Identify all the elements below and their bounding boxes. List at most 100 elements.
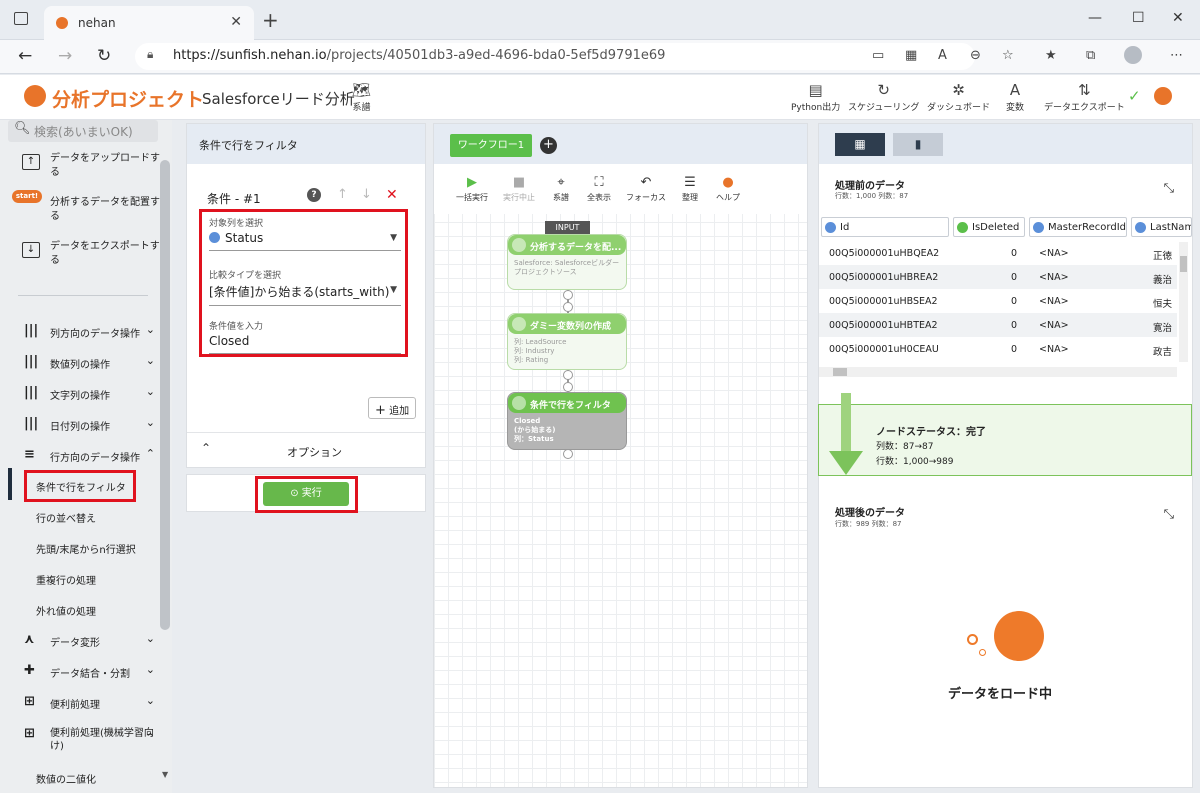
back-icon[interactable]: ← xyxy=(18,46,32,66)
column-header[interactable]: LastName xyxy=(1131,217,1192,237)
collections-icon[interactable]: ⧉ xyxy=(1086,48,1095,63)
node-input-port[interactable] xyxy=(563,302,573,312)
url-field[interactable]: 🔒︎ https://sunfish.nehan.io/projects/405… xyxy=(135,43,975,70)
sidebar-item-upload[interactable]: ↑ データをアップロードする xyxy=(22,152,162,180)
columns-icon: ||| xyxy=(24,416,39,431)
favorites-icon[interactable]: ★ xyxy=(1045,48,1057,63)
table-row[interactable]: 00Q5i000001uHBSEA2 0 <NA> 恒夫 xyxy=(819,289,1177,313)
active-indicator xyxy=(8,468,12,500)
category-ml-utility[interactable]: ⊞ 便利前処理(機械学習向け) ⌃ xyxy=(24,727,159,753)
sidebar-item-sort-rows[interactable]: 行の並べ替え xyxy=(36,510,96,525)
favorite-add-icon[interactable]: ☆ xyxy=(1002,48,1014,63)
column-header[interactable]: IsDeleted xyxy=(953,217,1025,237)
scheduling-button[interactable]: ↻ スケジューリング xyxy=(848,80,919,113)
help-icon[interactable]: ? xyxy=(307,188,321,202)
help-button[interactable]: ● ヘルプ xyxy=(716,174,740,203)
run-all-button[interactable]: ▶ 一括実行 xyxy=(456,174,488,203)
category-label: 数値列の操作 xyxy=(50,360,110,371)
workflow-node-load-data[interactable]: 分析するデータを配... Salesforce: Salesforceビルダープ… xyxy=(507,234,627,290)
minimize-icon[interactable]: — xyxy=(1088,10,1102,26)
maximize-icon[interactable]: ☐ xyxy=(1132,10,1145,26)
workflow-tab[interactable]: ワークフロー1 xyxy=(450,134,532,157)
arrow-down-icon[interactable]: ↓ xyxy=(361,187,372,202)
sidebar-item-duplicates[interactable]: 重複行の処理 xyxy=(36,572,96,587)
focus-button[interactable]: ↶ フォーカス xyxy=(626,174,666,203)
user-avatar-icon[interactable] xyxy=(1154,87,1172,105)
cell-id: 00Q5i000001uHBQEA2 xyxy=(829,248,940,259)
node-output-port[interactable] xyxy=(563,290,573,300)
variables-label: 変数 xyxy=(1006,103,1025,113)
column-header[interactable]: Id xyxy=(821,217,949,237)
refresh-icon[interactable]: ↻ xyxy=(97,46,111,66)
profile-avatar[interactable] xyxy=(1124,46,1142,64)
table-view-tab[interactable]: ▦ xyxy=(835,133,885,156)
sidebar-item-outliers[interactable]: 外れ値の処理 xyxy=(36,603,96,618)
more-icon[interactable]: ⋯ xyxy=(1170,48,1183,63)
arrow-up-icon[interactable]: ↑ xyxy=(337,187,348,202)
sidebar-scrollbar[interactable] xyxy=(160,160,170,630)
node-output-port[interactable] xyxy=(563,370,573,380)
forward-icon[interactable]: → xyxy=(58,46,72,66)
scroll-thumb[interactable] xyxy=(1180,256,1187,272)
new-tab-icon[interactable]: + xyxy=(262,8,279,32)
table-row[interactable]: 00Q5i000001uH0CEAU 0 <NA> 政吉 xyxy=(819,337,1177,361)
table-vertical-scrollbar[interactable] xyxy=(1179,242,1188,362)
scroll-down-icon[interactable]: ▼ xyxy=(162,770,168,779)
table-row[interactable]: 00Q5i000001uHBTEA2 0 <NA> 寛治 xyxy=(819,313,1177,337)
delete-icon[interactable]: ✕ xyxy=(386,187,398,203)
lineage-tool-button[interactable]: ⌖ 系譜 xyxy=(553,174,569,203)
chart-view-tab[interactable]: ▮ xyxy=(893,133,943,156)
options-row[interactable]: ⌃ オプション xyxy=(187,432,425,468)
transform-icon: ⋏ xyxy=(24,632,35,647)
workflow-canvas[interactable]: ワークフロー1 + ▶ 一括実行 ■ 実行中止 ⌖ 系譜 ⛶ 全表示 ↶ フォーカス ☰ 整… xyxy=(433,123,808,788)
close-tab-icon[interactable]: ✕ xyxy=(230,14,242,30)
browser-tab[interactable]: nehan ✕ xyxy=(44,6,254,40)
close-window-icon[interactable]: ✕ xyxy=(1172,10,1184,26)
zoom-icon[interactable]: ⊖ xyxy=(970,48,981,63)
variables-button[interactable]: A 変数 xyxy=(1006,80,1024,113)
add-condition-button[interactable]: + 追加 xyxy=(368,397,416,419)
category-transform[interactable]: ⋏ データ変形 ⌄ xyxy=(24,632,159,649)
category-row-ops[interactable]: ≡ 行方向のデータ操作 ⌃ xyxy=(24,447,159,464)
upload-icon: ↑ xyxy=(22,154,40,170)
expand-icon[interactable]: ⤡ xyxy=(1164,507,1174,522)
node-input-port[interactable] xyxy=(563,382,573,392)
table-horizontal-scrollbar[interactable] xyxy=(819,367,1177,377)
url-host: https://sunfish.nehan.io xyxy=(173,48,327,63)
sidebar-item-export[interactable]: ↓ データをエクスポートする xyxy=(22,240,162,268)
category-numeric-ops[interactable]: ||| 数値列の操作 ⌄ xyxy=(24,354,159,371)
dashboard-button[interactable]: ✲ ダッシュボード xyxy=(927,80,990,113)
apps-icon[interactable]: ▦ xyxy=(905,48,917,63)
category-utility[interactable]: ⊞ 便利前処理 ⌄ xyxy=(24,694,159,711)
tab-actions-icon[interactable] xyxy=(14,12,28,25)
read-aloud-icon[interactable]: A xyxy=(938,48,947,63)
table-row[interactable]: 00Q5i000001uHBREA2 0 <NA> 義治 xyxy=(819,265,1177,289)
category-column-ops[interactable]: ||| 列方向のデータ操作 ⌄ xyxy=(24,323,159,340)
chevron-down-icon: ⌄ xyxy=(145,694,155,707)
sidebar-item-binarize[interactable]: 数値の二値化 xyxy=(36,771,96,786)
category-join-split[interactable]: ✚ データ結合・分割 ⌄ xyxy=(24,663,159,680)
sidebar-item-place-data[interactable]: start! 分析するデータを配置する xyxy=(12,190,162,224)
scroll-thumb[interactable] xyxy=(833,368,847,376)
logo-text[interactable]: 分析プロジェクト xyxy=(52,85,204,112)
node-output-port[interactable] xyxy=(563,449,573,459)
table-row[interactable]: 00Q5i000001uHBQEA2 0 <NA> 正徳 xyxy=(819,241,1177,265)
workflow-node-dummy-vars[interactable]: ダミー変数列の作成 列: LeadSource 列: Industry 列: R… xyxy=(507,313,627,370)
workflow-node-filter-rows[interactable]: 条件で行をフィルタ Closed (から始まる) 列：Status xyxy=(507,392,627,450)
lineage-button[interactable]: 🗺︎ 系譜 xyxy=(352,80,371,113)
category-string-ops[interactable]: ||| 文字列の操作 ⌄ xyxy=(24,385,159,402)
stop-button[interactable]: ■ 実行中止 xyxy=(503,174,535,203)
expand-icon[interactable]: ⤡ xyxy=(1164,181,1174,196)
arrange-button[interactable]: ☰ 整理 xyxy=(682,174,698,203)
search-input[interactable]: 🔍︎ 検索(あいまいOK) xyxy=(8,120,158,142)
stop-label: 実行中止 xyxy=(503,193,535,202)
fit-all-button[interactable]: ⛶ 全表示 xyxy=(587,174,611,203)
column-header[interactable]: MasterRecordId xyxy=(1029,217,1127,237)
python-export-button[interactable]: ▤ Python出力 xyxy=(791,80,840,113)
category-date-ops[interactable]: ||| 日付列の操作 ⌄ xyxy=(24,416,159,433)
columns-icon: ||| xyxy=(24,323,39,338)
cast-icon[interactable]: ▭ xyxy=(872,48,884,63)
sidebar-item-head-tail[interactable]: 先頭/末尾からn行選択 xyxy=(36,541,136,556)
add-workflow-icon[interactable]: + xyxy=(540,137,557,154)
data-export-button[interactable]: ⇅ データエクスポート xyxy=(1044,80,1125,113)
